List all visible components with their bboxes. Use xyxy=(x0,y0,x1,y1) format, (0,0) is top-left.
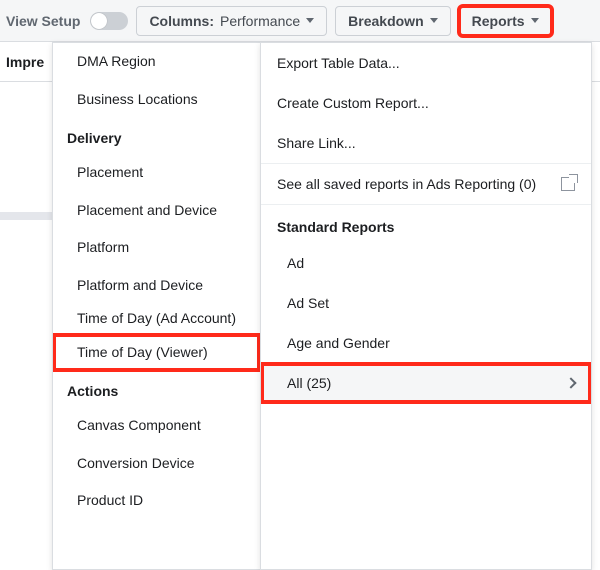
chevron-down-icon xyxy=(306,18,314,23)
menu-item-report-all[interactable]: All (25) xyxy=(261,363,591,403)
label: Age and Gender xyxy=(287,335,390,351)
dropdown-panels: DMA Region Business Locations Delivery P… xyxy=(52,42,592,570)
reports-dropdown[interactable]: Reports xyxy=(459,6,552,36)
reports-label: Reports xyxy=(472,13,525,29)
menu-item-business-locations[interactable]: Business Locations xyxy=(53,81,260,119)
view-setup-toggle[interactable] xyxy=(90,12,128,30)
menu-item-dma-region[interactable]: DMA Region xyxy=(53,43,260,81)
menu-item-report-ad[interactable]: Ad xyxy=(261,243,591,283)
label: See all saved reports in Ads Reporting (… xyxy=(277,176,536,192)
menu-item-canvas-component[interactable]: Canvas Component xyxy=(53,407,260,445)
label: Ad Set xyxy=(287,295,329,311)
chevron-down-icon xyxy=(430,18,438,23)
label: Ad xyxy=(287,255,304,271)
label: Create Custom Report... xyxy=(277,95,429,111)
chevron-down-icon xyxy=(531,18,539,23)
columns-dropdown[interactable]: Columns: Performance xyxy=(136,6,327,36)
menu-item-platform-device[interactable]: Platform and Device xyxy=(53,267,260,305)
menu-item-tod-account[interactable]: Time of Day (Ad Account) xyxy=(53,304,260,334)
menu-item-report-adset[interactable]: Ad Set xyxy=(261,283,591,323)
reports-menu: Export Table Data... Create Custom Repor… xyxy=(260,42,592,570)
menu-item-saved-reports[interactable]: See all saved reports in Ads Reporting (… xyxy=(261,164,591,204)
menu-item-product-id[interactable]: Product ID xyxy=(53,482,260,520)
column-impressions[interactable]: Impre xyxy=(0,54,52,70)
menu-item-placement-device[interactable]: Placement and Device xyxy=(53,192,260,230)
menu-group-actions: Actions xyxy=(53,371,260,407)
label: All (25) xyxy=(287,375,331,391)
columns-prefix: Columns: xyxy=(149,13,214,29)
breakdown-menu: DMA Region Business Locations Delivery P… xyxy=(52,42,260,570)
menu-item-platform[interactable]: Platform xyxy=(53,229,260,267)
menu-item-report-age-gender[interactable]: Age and Gender xyxy=(261,323,591,363)
menu-item-placement[interactable]: Placement xyxy=(53,154,260,192)
menu-item-share-link[interactable]: Share Link... xyxy=(261,123,591,163)
scroll-indicator xyxy=(0,212,52,220)
menu-item-export-table[interactable]: Export Table Data... xyxy=(261,43,591,83)
chevron-right-icon xyxy=(565,377,576,388)
label: Share Link... xyxy=(277,135,356,151)
standard-reports-header: Standard Reports xyxy=(261,205,591,243)
view-setup-label: View Setup xyxy=(6,13,80,29)
external-link-icon xyxy=(561,177,575,191)
menu-group-delivery: Delivery xyxy=(53,118,260,154)
menu-item-create-custom-report[interactable]: Create Custom Report... xyxy=(261,83,591,123)
columns-value: Performance xyxy=(220,13,300,29)
toolbar: View Setup Columns: Performance Breakdow… xyxy=(0,0,600,42)
menu-item-tod-viewer[interactable]: Time of Day (Viewer) xyxy=(53,334,260,372)
label: Export Table Data... xyxy=(277,55,400,71)
breakdown-label: Breakdown xyxy=(348,13,423,29)
left-gutter xyxy=(0,82,52,220)
menu-item-conversion-device[interactable]: Conversion Device xyxy=(53,445,260,483)
breakdown-dropdown[interactable]: Breakdown xyxy=(335,6,450,36)
